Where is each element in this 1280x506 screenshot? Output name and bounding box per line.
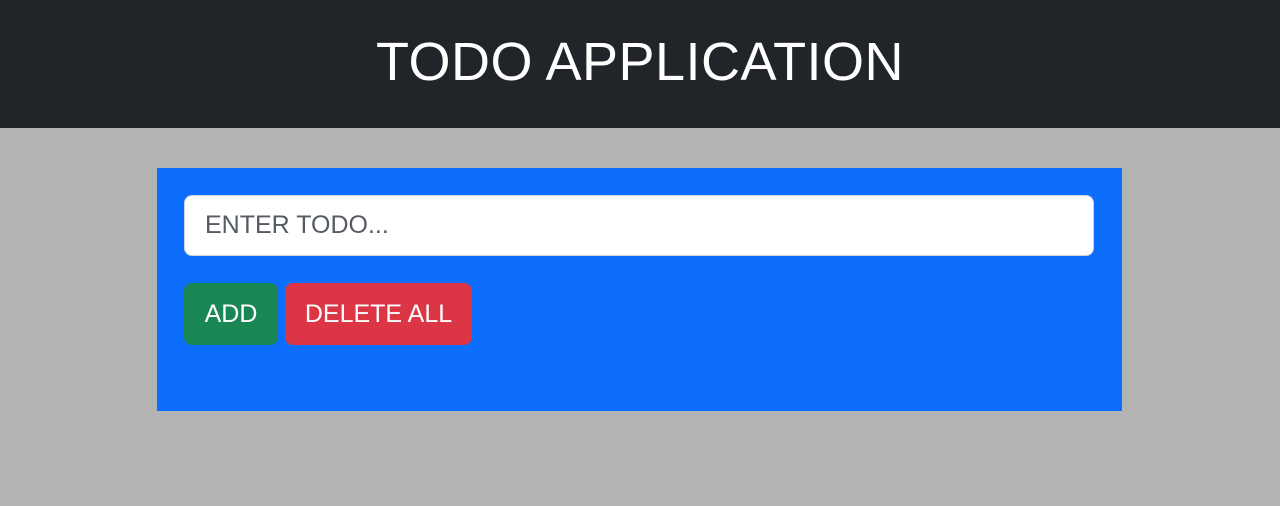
page-title: TODO APPLICATION — [375, 32, 905, 92]
app-header: TODO APPLICATION — [0, 0, 1280, 128]
todo-input[interactable] — [184, 195, 1094, 256]
delete-all-button[interactable]: DELETE ALL — [285, 283, 472, 345]
todo-panel: ADD DELETE ALL — [157, 168, 1122, 411]
add-button[interactable]: ADD — [184, 283, 278, 345]
